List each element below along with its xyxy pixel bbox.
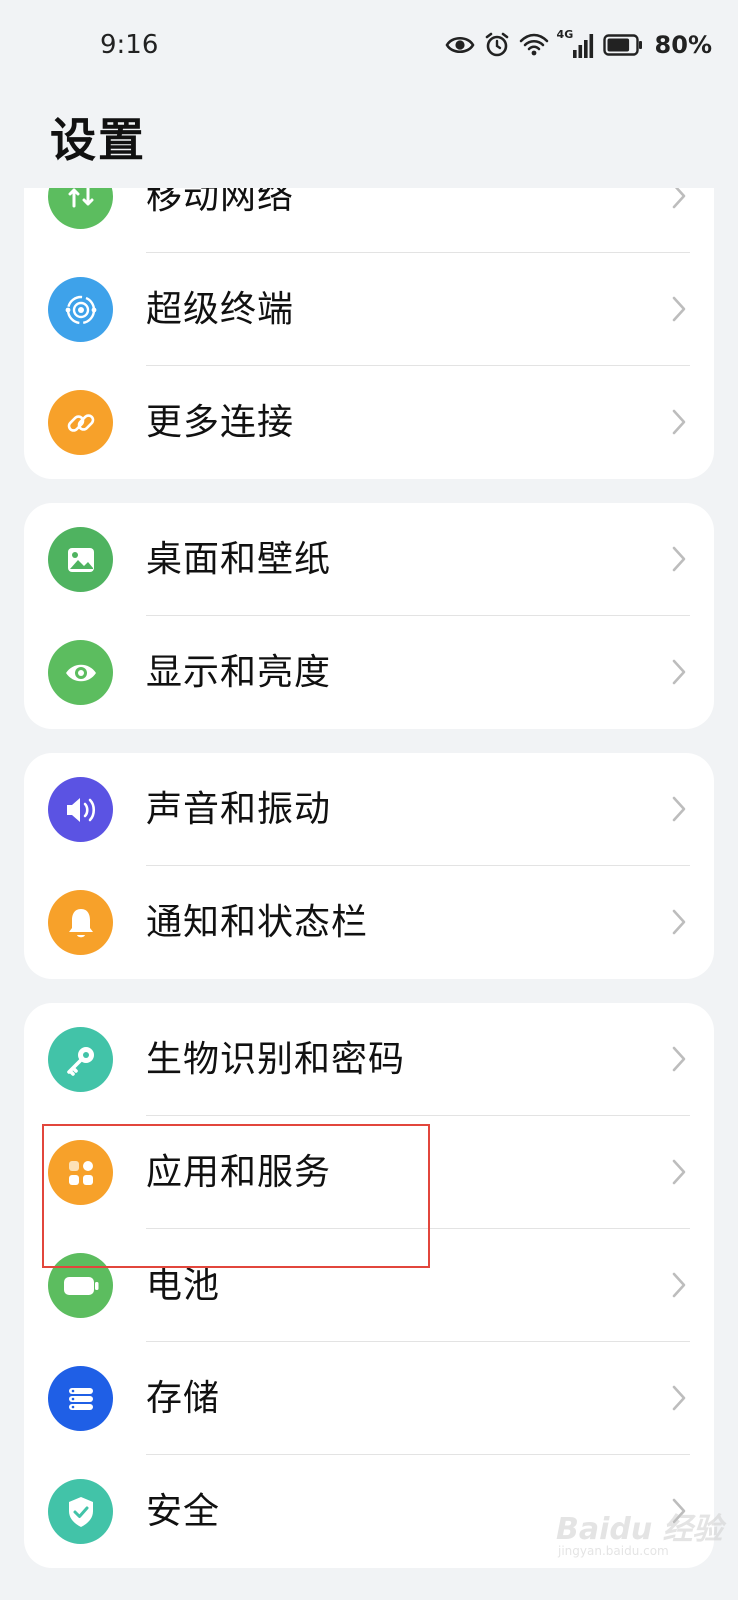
chevron-right-icon: [670, 188, 688, 211]
chevron-right-icon: [670, 794, 688, 824]
alarm-icon: [483, 31, 511, 59]
status-bar: 9:16 4G 80%: [0, 0, 738, 92]
chevron-right-icon: [670, 294, 688, 324]
settings-item-label: 应用和服务: [146, 1152, 332, 1193]
chevron-right-icon: [670, 1383, 688, 1413]
chevron-right-icon: [670, 657, 688, 687]
settings-item-bell[interactable]: 通知和状态栏: [24, 866, 714, 979]
settings-item-apps[interactable]: 应用和服务: [24, 1116, 714, 1229]
chevron-right-icon: [670, 1270, 688, 1300]
settings-group: 声音和振动通知和状态栏: [24, 753, 714, 979]
settings-item-mobile-network[interactable]: 移动网络: [24, 188, 714, 253]
chevron-right-icon: [670, 1157, 688, 1187]
settings-list-content: 移动网络 超级终端 更多连接 桌面和壁纸 显示和亮度 声音和振动 通知和状态栏 生物识别和密码…: [0, 188, 738, 1592]
settings-item-battery[interactable]: 电池: [24, 1229, 714, 1342]
chevron-right-icon: [670, 1044, 688, 1074]
settings-item-label: 显示和亮度: [146, 652, 332, 693]
settings-item-label: 移动网络: [146, 188, 295, 217]
settings-item-key[interactable]: 生物识别和密码: [24, 1003, 714, 1116]
mobile-network-icon: [48, 188, 113, 229]
settings-list[interactable]: 移动网络 超级终端 更多连接 桌面和壁纸 显示和亮度 声音和振动 通知和状态栏 生物识别和密码…: [0, 188, 738, 1600]
chevron-right-icon: [670, 407, 688, 437]
settings-item-label: 生物识别和密码: [146, 1039, 406, 1080]
battery-icon: [602, 33, 643, 57]
storage-icon: [48, 1366, 113, 1431]
page-title: 设置: [50, 113, 146, 167]
key-icon: [48, 1027, 113, 1092]
settings-group: 生物识别和密码 应用和服务电池存储安全: [24, 1003, 714, 1568]
settings-item-super-device[interactable]: 超级终端: [24, 253, 714, 366]
battery-percentage: 80%: [654, 31, 712, 59]
link-icon: [48, 390, 113, 455]
settings-item-label: 超级终端: [146, 289, 295, 330]
wallpaper-icon: [48, 527, 113, 592]
baidu-watermark: Baidu 经验 jingyan.baidu.com: [556, 1500, 726, 1570]
settings-item-label: 通知和状态栏: [146, 902, 369, 943]
sound-icon: [48, 777, 113, 842]
display-eye-icon: [48, 640, 113, 705]
status-icons: 4G 80%: [445, 28, 712, 62]
status-time: 9:16: [100, 30, 159, 60]
settings-item-label: 电池: [146, 1265, 221, 1306]
eye-icon: [445, 34, 475, 56]
settings-item-display-eye[interactable]: 显示和亮度: [24, 616, 714, 729]
wifi-icon: [519, 33, 549, 57]
settings-item-sound[interactable]: 声音和振动: [24, 753, 714, 866]
battery-icon: [48, 1253, 113, 1318]
super-device-icon: [48, 277, 113, 342]
settings-item-storage[interactable]: 存储: [24, 1342, 714, 1455]
watermark-text: Baidu 经验: [556, 1512, 723, 1547]
chevron-right-icon: [670, 907, 688, 937]
settings-group: 桌面和壁纸显示和亮度: [24, 503, 714, 729]
apps-icon: [48, 1140, 113, 1205]
settings-group: 移动网络超级终端更多连接: [24, 188, 714, 479]
settings-screen: 9:16 4G 80% 设置 移动网络 超级终端 更多连接 桌面和壁纸 显示和亮…: [0, 0, 738, 1600]
bell-icon: [48, 890, 113, 955]
watermark-sub: jingyan.baidu.com: [558, 1544, 669, 1558]
settings-item-link[interactable]: 更多连接: [24, 366, 714, 479]
settings-item-label: 声音和振动: [146, 789, 332, 830]
signal-icon: 4G: [557, 28, 595, 60]
settings-item-label: 安全: [146, 1491, 221, 1532]
settings-item-label: 存储: [146, 1378, 221, 1419]
shield-icon: [48, 1479, 113, 1544]
chevron-right-icon: [670, 544, 688, 574]
settings-item-label: 更多连接: [146, 402, 295, 443]
settings-item-label: 桌面和壁纸: [146, 539, 332, 580]
settings-item-wallpaper[interactable]: 桌面和壁纸: [24, 503, 714, 616]
